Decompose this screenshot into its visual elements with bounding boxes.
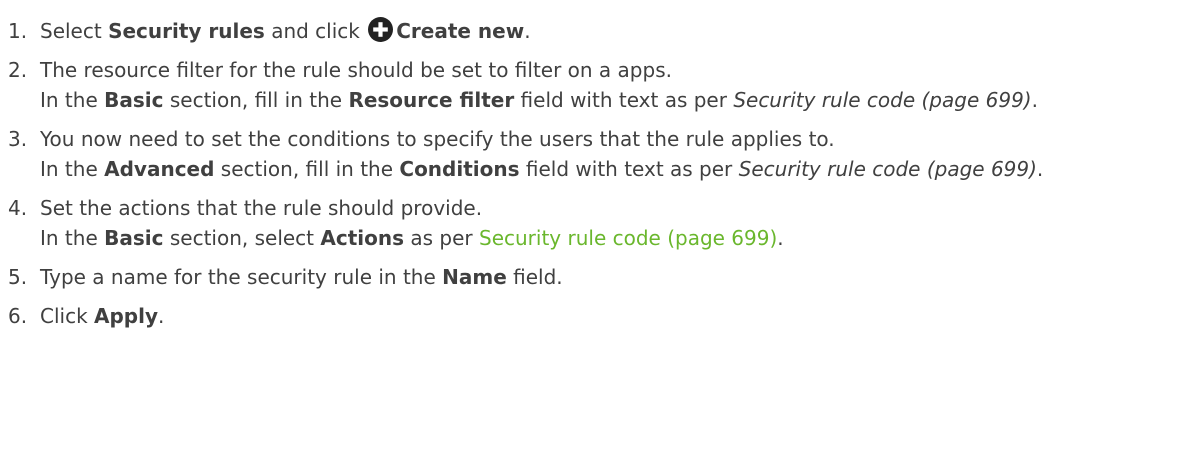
step-text: Click Apply. [40,301,1177,331]
advanced-label: Advanced [104,157,215,181]
step-2: 2. The resource filter for the rule shou… [0,55,1177,115]
text: as per [404,226,479,250]
step-1: 1. Select Security rules and click Creat… [0,16,1177,46]
step-detail: In the Advanced section, fill in the Con… [40,154,1177,184]
step-text: Select Security rules and click Create n… [40,16,1177,46]
text: . [1036,157,1044,181]
actions-label: Actions [320,226,405,250]
security-rule-code-link[interactable]: Security rule code (page 699) [479,226,777,250]
security-rules-label: Security rules [108,19,265,43]
step-text: Type a name for the security rule in the… [40,262,1177,292]
text: field with text as per [519,157,739,181]
text: . [777,226,784,250]
step-number: 5. [8,265,28,289]
text: section, fill in the [214,157,400,181]
name-label: Name [442,265,507,289]
text: and click [264,19,367,43]
step-number: 6. [8,304,28,328]
text: In the [40,157,105,181]
step-number: 1. [8,19,28,43]
step-3: 3. You now need to set the conditions to… [0,124,1177,184]
text: Type a name for the security rule in the [40,265,443,289]
step-detail: In the Basic section, fill in the Resour… [40,85,1177,115]
text: section, select [163,226,321,250]
text: In the [40,226,105,250]
text: . [1031,88,1038,112]
step-detail: In the Basic section, select Actions as … [40,223,1177,253]
plus-circle-icon [368,17,394,42]
resource-filter-label: Resource filter [348,88,515,112]
step-text: You now need to set the conditions to sp… [40,127,835,151]
conditions-label: Conditions [399,157,520,181]
basic-label: Basic [104,226,164,250]
step-text: The resource filter for the rule should … [40,58,672,82]
security-rule-code-reference: Security rule code (page 699) [733,88,1032,112]
basic-label: Basic [104,88,164,112]
step-text: Set the actions that the rule should pro… [40,196,483,220]
apply-label: Apply [94,304,159,328]
step-5: 5. Type a name for the security rule in … [0,262,1177,292]
text: Click [40,304,95,328]
security-rule-code-reference: Security rule code (page 699) [738,157,1037,181]
step-6: 6. Click Apply. [0,301,1177,331]
text: . [158,304,165,328]
text: In the [40,88,105,112]
text: section, fill in the [163,88,349,112]
text: field. [506,265,563,289]
text: . [524,19,531,43]
text: Select [40,19,109,43]
step-number: 3. [8,127,28,151]
text: field with text as per [514,88,734,112]
instruction-steps: 1. Select Security rules and click Creat… [0,0,1177,340]
step-number: 2. [8,58,28,82]
step-number: 4. [8,196,28,220]
step-4: 4. Set the actions that the rule should … [0,193,1177,253]
create-new-label: Create new [396,19,525,43]
